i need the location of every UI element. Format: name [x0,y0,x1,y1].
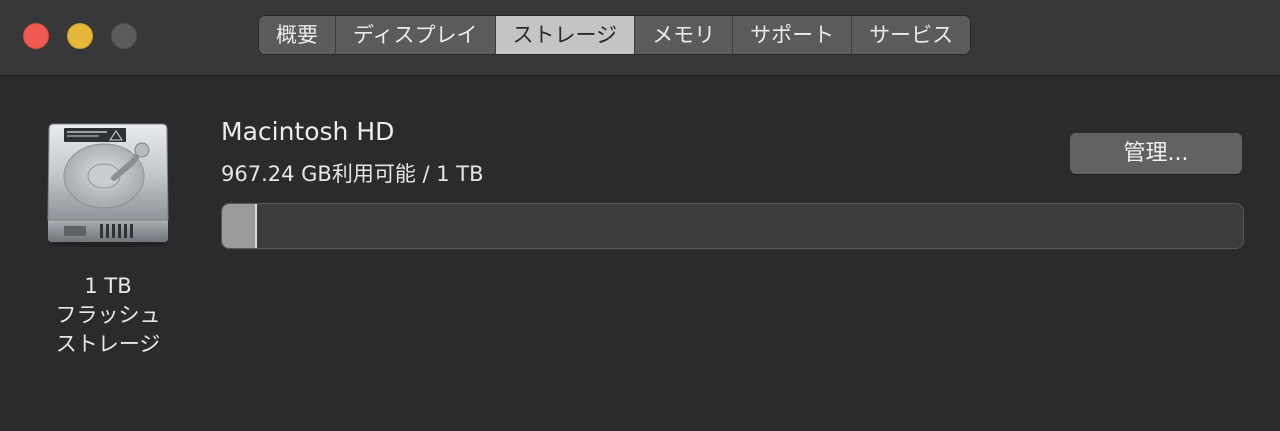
close-icon[interactable] [23,23,49,49]
tab-service[interactable]: サービス [852,16,971,54]
volume-usage-text: 967.24 GB利用可能 / 1 TB [221,162,484,186]
tab-overview[interactable]: 概要 [259,16,336,54]
about-this-mac-window: 概要 ディスプレイ ストレージ メモリ サポート サービス 1 TB フラッシュ… [0,0,1280,431]
manage-button[interactable]: 管理... [1070,133,1242,174]
disk-type-label-line1: フラッシュ [55,303,161,327]
disk-caption: 1 TB フラッシュ ストレージ [28,272,188,359]
minimize-icon[interactable] [67,23,93,49]
storage-used-segment [222,204,258,248]
tab-memory[interactable]: メモリ [635,16,734,54]
title-bar: 概要 ディスプレイ ストレージ メモリ サポート サービス [0,0,1280,76]
hard-drive-icon [44,120,172,248]
disk-type-label-line2: ストレージ [55,332,161,356]
tab-storage[interactable]: ストレージ [495,16,636,54]
disk-capacity-label: 1 TB [84,274,132,298]
storage-usage-bar [221,203,1244,249]
tab-displays[interactable]: ディスプレイ [336,16,496,54]
tab-support[interactable]: サポート [733,16,853,54]
tab-bar: 概要 ディスプレイ ストレージ メモリ サポート サービス [258,15,972,55]
volume-name: Macintosh HD [221,117,395,146]
zoom-icon [111,23,137,49]
